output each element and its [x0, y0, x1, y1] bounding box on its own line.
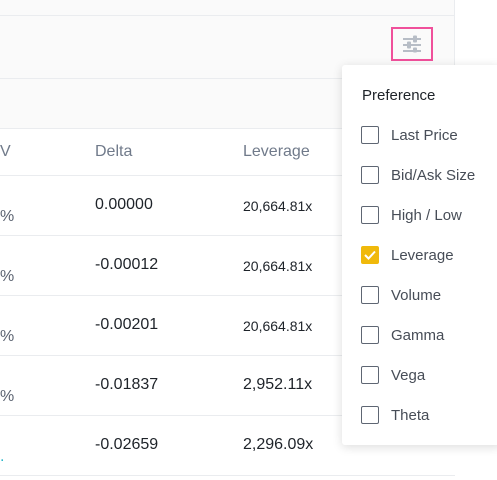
- settings-button[interactable]: [391, 27, 433, 61]
- preference-item-theta[interactable]: Theta: [361, 404, 429, 426]
- delta-value: -0.00012: [95, 256, 159, 273]
- preference-item-bid-ask-size[interactable]: Bid/Ask Size: [361, 164, 475, 186]
- delta-value: -0.02659: [95, 436, 159, 453]
- row-partial-value: %: [0, 328, 15, 345]
- preference-item-volume[interactable]: Volume: [361, 284, 441, 306]
- column-header-partial: V: [0, 143, 11, 160]
- preference-item-leverage[interactable]: Leverage: [361, 244, 454, 266]
- preference-title: Preference: [362, 87, 436, 104]
- delta-value: 0.00000: [95, 196, 153, 213]
- preference-item-gamma[interactable]: Gamma: [361, 324, 444, 346]
- checkmark-icon: [364, 250, 376, 260]
- preference-item-label: Gamma: [391, 326, 445, 344]
- checkbox-checked[interactable]: [361, 246, 379, 264]
- delta-value: -0.01837: [95, 376, 159, 393]
- leverage-value: 20,664.81x: [243, 198, 313, 214]
- checkbox[interactable]: [361, 206, 379, 224]
- preference-item-label: Leverage: [391, 246, 454, 264]
- preference-item-last-price[interactable]: Last Price: [361, 124, 458, 146]
- row-partial-value: %: [0, 388, 15, 405]
- leverage-value: 2,952.11x: [243, 376, 313, 393]
- column-header-leverage: Leverage: [243, 143, 310, 160]
- preference-item-label: Theta: [391, 406, 430, 424]
- preference-item-label: Last Price: [391, 126, 458, 144]
- checkbox[interactable]: [361, 406, 379, 424]
- divider: [0, 15, 454, 16]
- checkbox[interactable]: [361, 286, 379, 304]
- preference-item-label: High / Low: [391, 206, 462, 224]
- checkbox[interactable]: [361, 326, 379, 344]
- sliders-icon: [403, 35, 421, 53]
- preference-item-vega[interactable]: Vega: [361, 364, 425, 386]
- preference-item-high-low[interactable]: High / Low: [361, 204, 462, 226]
- delta-value: -0.00201: [95, 316, 159, 333]
- row-partial-value: %: [0, 208, 15, 225]
- preference-dropdown: Preference Last Price Bid/Ask Size High …: [342, 65, 497, 445]
- checkbox[interactable]: [361, 366, 379, 384]
- preference-item-label: Vega: [391, 366, 426, 384]
- row-partial-value: %: [0, 268, 15, 285]
- column-header-delta: Delta: [95, 143, 133, 160]
- leverage-value: 2,296.09x: [243, 436, 314, 453]
- leverage-value: 20,664.81x: [243, 258, 313, 274]
- preference-item-label: Volume: [391, 286, 442, 304]
- row-partial-value: .: [0, 448, 5, 465]
- leverage-value: 20,664.81x: [243, 318, 313, 334]
- checkbox[interactable]: [361, 166, 379, 184]
- checkbox[interactable]: [361, 126, 379, 144]
- preference-item-label: Bid/Ask Size: [391, 166, 476, 184]
